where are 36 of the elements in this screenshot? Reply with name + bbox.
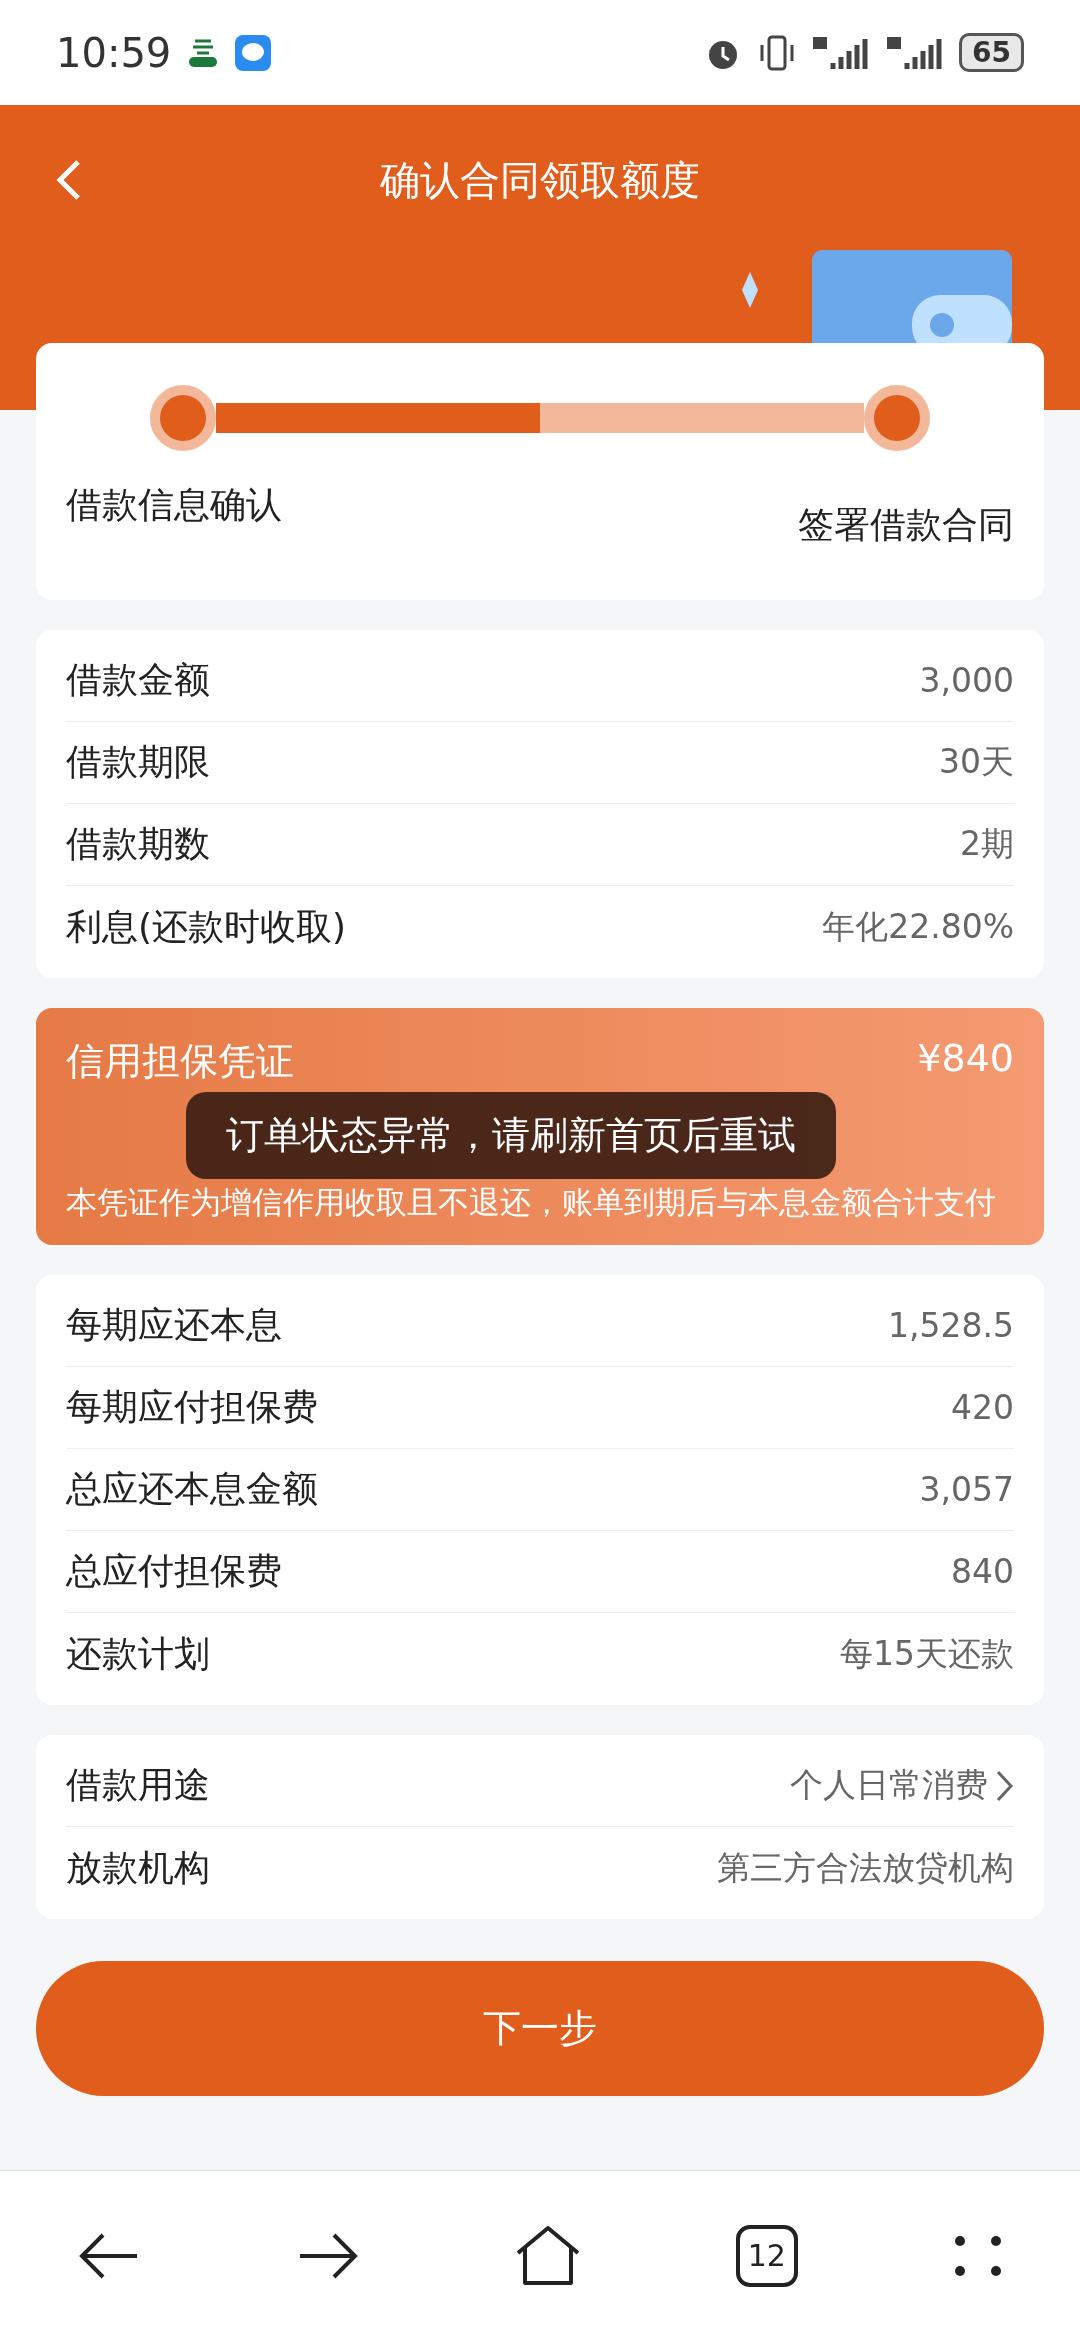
row-label: 借款期数	[66, 822, 210, 866]
page-title: 确认合同领取额度	[380, 155, 700, 205]
row-label: 总应还本息金额	[66, 1467, 318, 1511]
row-value: 840	[951, 1552, 1014, 1591]
guarantee-amount: ¥840	[917, 1036, 1014, 1082]
row-value: 年化22.80%	[822, 905, 1014, 948]
guarantee-title: 信用担保凭证	[66, 1038, 294, 1085]
row-label: 放款机构	[66, 1845, 210, 1890]
row-label: 借款期限	[66, 740, 210, 784]
row-value: 2期	[960, 823, 1014, 865]
row-value: 3,000	[919, 661, 1014, 700]
row-label: 借款用途	[66, 1763, 210, 1807]
step-label: 借款信息确认	[66, 483, 282, 527]
error-toast: 订单状态异常，请刷新首页后重试	[186, 1092, 836, 1179]
row-value: 第三方合法放贷机构	[717, 1846, 1014, 1889]
row-label: 借款金额	[66, 658, 210, 702]
status-time: 10:59	[56, 29, 172, 76]
row-value: 30天	[939, 741, 1014, 783]
row-label: 每期应付担保费	[66, 1385, 318, 1429]
step-label: 签署借款合同	[798, 503, 1014, 547]
battery-level: 65	[959, 33, 1024, 72]
row-value: 每15天还款	[840, 1632, 1014, 1675]
guarantee-description: 本凭证作为增信作用收取且不退还，账单到期后与本息金额合计支付	[66, 1183, 997, 1221]
row-label: 利息(还款时收取)	[66, 904, 347, 949]
row-label: 还款计划	[66, 1631, 210, 1676]
row-value: 3,057	[919, 1470, 1014, 1509]
home-icon[interactable]	[515, 2224, 581, 2287]
row-value-link[interactable]: 个人日常消费	[790, 1763, 1014, 1808]
next-button[interactable]: 下一步	[36, 1961, 1044, 2096]
row-value: 1,528.5	[888, 1306, 1014, 1345]
row-label: 每期应还本息	[66, 1303, 282, 1347]
row-label: 总应付担保费	[66, 1549, 282, 1593]
chevron-icon	[996, 1769, 1014, 1802]
chat-app-icon	[235, 34, 272, 71]
row-value: 420	[951, 1388, 1014, 1427]
tabs-button[interactable]: 12	[735, 2224, 798, 2287]
